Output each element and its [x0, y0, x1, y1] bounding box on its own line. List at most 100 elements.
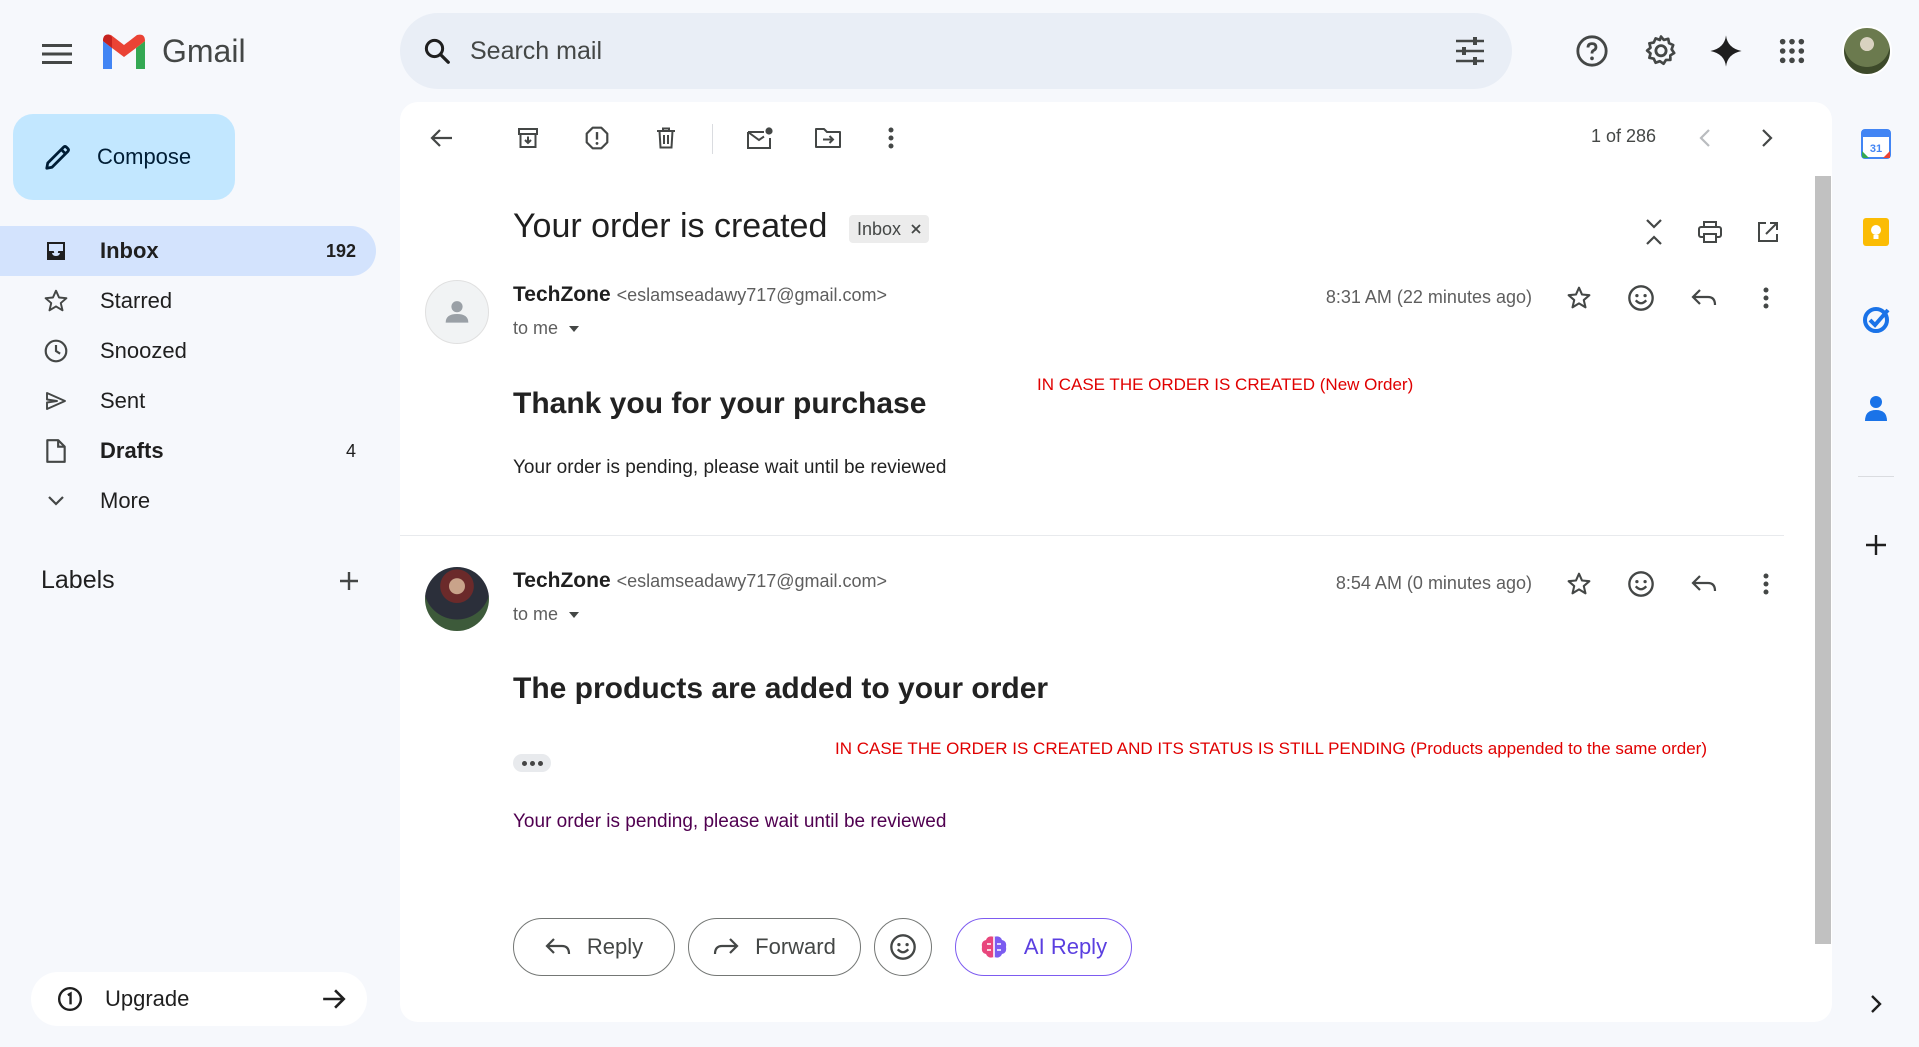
contacts-app-icon[interactable] — [1856, 388, 1896, 428]
gemini-sparkle-icon[interactable] — [1701, 26, 1751, 76]
help-icon[interactable] — [1567, 26, 1617, 76]
message-time: 8:31 AM (22 minutes ago) — [1325, 287, 1532, 307]
get-addons-plus-icon[interactable] — [1856, 525, 1896, 565]
message-more-vert-icon[interactable] — [1744, 276, 1788, 320]
reply-arrow-icon[interactable] — [1682, 276, 1726, 320]
archive-icon[interactable] — [506, 116, 550, 160]
add-reaction-emoji-icon[interactable] — [1619, 562, 1663, 606]
sidebar-nav: Inbox 192 Starred Snoozed Sent Drafts 4 … — [0, 226, 376, 526]
sidebar-item-label: Inbox — [100, 238, 159, 263]
upgrade-info-icon — [57, 986, 83, 1012]
settings-gear-icon[interactable] — [1636, 26, 1686, 76]
message-heading: Thank you for your purchase — [513, 387, 927, 420]
sender-name[interactable]: TechZone — [513, 569, 611, 593]
ai-reply-button[interactable]: AI Reply — [955, 918, 1132, 976]
star-icon[interactable] — [1557, 276, 1601, 320]
search-bar[interactable]: Search mail — [400, 13, 1512, 89]
print-icon[interactable] — [1688, 210, 1732, 254]
sender-email: <eslamseadawy717@gmail.com> — [616, 571, 888, 591]
gmail-logo[interactable]: Gmail — [100, 30, 246, 72]
emoji-reaction-button[interactable] — [874, 918, 932, 976]
sidebar-item-inbox[interactable]: Inbox 192 — [0, 226, 376, 276]
labels-title: Labels — [41, 566, 115, 594]
chevron-down-icon — [42, 487, 70, 515]
keep-app-icon[interactable] — [1856, 212, 1896, 252]
recipient-text: to me — [513, 604, 559, 624]
sidebar-item-label: More — [100, 488, 151, 513]
tasks-app-icon[interactable] — [1856, 300, 1896, 340]
show-trimmed-content-button[interactable] — [513, 754, 551, 772]
caret-down-icon — [569, 611, 580, 618]
calendar-app-icon[interactable]: 31 — [1856, 124, 1896, 164]
recipient-dropdown[interactable]: to me — [513, 604, 580, 625]
sidebar-item-label: Snoozed — [100, 338, 187, 363]
message-more-vert-icon[interactable] — [1744, 562, 1788, 606]
message-1-header: TechZone <eslamseadawy717@gmail.com> — [513, 283, 887, 307]
show-side-panel-chevron-icon[interactable] — [1856, 984, 1896, 1024]
sidebar-item-sent[interactable]: Sent — [0, 376, 376, 426]
hamburger-icon — [42, 44, 72, 64]
message-view-panel: 1 of 286 Your order is created Inbox Tec… — [400, 102, 1832, 1022]
message-divider — [400, 535, 1784, 536]
star-icon[interactable] — [1557, 562, 1601, 606]
move-to-folder-icon[interactable] — [806, 116, 850, 160]
sidebar-item-snoozed[interactable]: Snoozed — [0, 326, 376, 376]
compose-label: Compose — [97, 144, 192, 169]
pager-count: 1 of 286 — [1591, 126, 1657, 146]
sender-name[interactable]: TechZone — [513, 283, 611, 307]
search-options-icon[interactable] — [1454, 37, 1486, 65]
app-name: Gmail — [162, 32, 246, 69]
forward-arrow-icon — [714, 938, 739, 955]
recipient-dropdown[interactable]: to me — [513, 318, 580, 339]
pencil-icon — [45, 145, 70, 170]
trash-icon[interactable] — [644, 116, 688, 160]
compose-button[interactable]: Compose — [13, 114, 235, 200]
more-vert-icon[interactable] — [869, 116, 913, 160]
search-icon[interactable] — [422, 36, 452, 66]
sender-avatar[interactable] — [425, 567, 489, 631]
inbox-icon — [42, 237, 70, 265]
older-chevron-right-icon[interactable] — [1745, 116, 1789, 160]
add-label-plus-icon[interactable] — [337, 569, 361, 593]
send-icon — [42, 387, 70, 415]
collapse-all-icon[interactable] — [1632, 210, 1676, 254]
thread-subject: Your order is created — [513, 207, 828, 245]
message-2-header: TechZone <eslamseadawy717@gmail.com> — [513, 569, 887, 593]
calendar-day-number: 31 — [1870, 143, 1882, 155]
sidebar-item-more[interactable]: More — [0, 476, 376, 526]
sidebar-item-starred[interactable]: Starred — [0, 276, 376, 326]
forward-button[interactable]: Forward — [688, 918, 861, 976]
message-body: Your order is pending, please wait until… — [513, 811, 947, 832]
back-arrow-icon[interactable] — [420, 116, 464, 160]
arrow-right-icon — [321, 988, 347, 1010]
annotation-note: IN CASE THE ORDER IS CREATED (New Order) — [1037, 375, 1414, 394]
scrollbar-thumb[interactable] — [1815, 176, 1831, 944]
annotation-note: IN CASE THE ORDER IS CREATED AND ITS STA… — [835, 739, 1707, 758]
google-apps-grid-icon[interactable] — [1767, 26, 1817, 76]
smiley-icon — [890, 934, 916, 960]
ai-reply-label: AI Reply — [1023, 934, 1108, 959]
main-menu-button[interactable] — [33, 30, 81, 78]
sidebar-item-label: Sent — [100, 388, 146, 413]
sidebar-item-label: Starred — [100, 288, 173, 313]
newer-chevron-left-icon[interactable] — [1683, 116, 1727, 160]
reply-arrow-icon[interactable] — [1682, 562, 1726, 606]
person-icon — [445, 301, 469, 323]
search-input[interactable]: Search mail — [470, 37, 1454, 66]
sender-avatar[interactable] — [425, 280, 489, 344]
inbox-label-chip[interactable]: Inbox — [849, 215, 930, 243]
mark-unread-icon[interactable] — [738, 116, 782, 160]
sidebar-item-label: Drafts — [100, 438, 164, 463]
close-icon[interactable] — [911, 224, 921, 234]
inbox-count: 192 — [325, 240, 356, 261]
report-spam-icon[interactable] — [575, 116, 619, 160]
reply-button[interactable]: Reply — [513, 918, 675, 976]
account-avatar[interactable] — [1842, 26, 1892, 76]
add-reaction-emoji-icon[interactable] — [1619, 276, 1663, 320]
open-in-new-window-icon[interactable] — [1746, 210, 1790, 254]
sender-email: <eslamseadawy717@gmail.com> — [616, 285, 888, 305]
upgrade-button[interactable]: Upgrade — [31, 972, 367, 1026]
message-time: 8:54 AM (0 minutes ago) — [1335, 573, 1532, 593]
draft-file-icon — [42, 437, 70, 465]
sidebar-item-drafts[interactable]: Drafts 4 — [0, 426, 376, 476]
